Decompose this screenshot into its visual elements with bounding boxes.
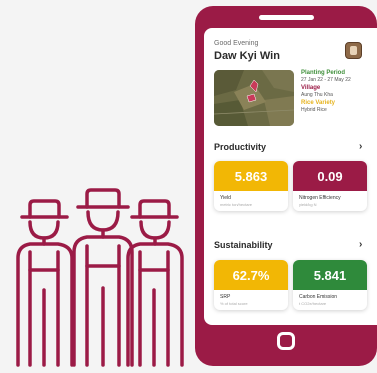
farm-info: Planting Period 27 Jan 22 - 27 May 22 Vi… xyxy=(301,70,375,115)
farmers-illustration xyxy=(16,188,184,367)
productivity-title: Productivity xyxy=(214,142,267,152)
greeting-text: Good Evening xyxy=(214,40,259,47)
yield-card[interactable]: 5.863 Yield metric ton/hectare xyxy=(214,161,288,211)
nitrogen-efficiency-unit: yield/kg N xyxy=(299,202,317,207)
nitrogen-efficiency-value: 0.09 xyxy=(293,161,367,191)
planting-period-value: 27 Jan 22 - 27 May 22 xyxy=(301,77,351,83)
farmer-left xyxy=(16,199,74,367)
sustainability-title: Sustainability xyxy=(214,240,273,250)
village-value: Aung Thu Kha xyxy=(301,92,333,98)
home-button[interactable] xyxy=(277,332,295,350)
app-screen: Good Evening Daw Kyi Win Planting Period… xyxy=(204,28,377,325)
rice-variety-value: Hybrid Rice xyxy=(301,107,327,113)
rice-variety-label: Rice Variety xyxy=(301,100,336,106)
phone-mockup: Good Evening Daw Kyi Win Planting Period… xyxy=(195,6,377,366)
planting-period-label: Planting Period xyxy=(301,70,346,76)
farmer-right xyxy=(126,199,184,367)
yield-value: 5.863 xyxy=(214,161,288,191)
yield-unit: metric ton/hectare xyxy=(220,202,253,207)
carbon-emission-value: 5.841 xyxy=(293,260,367,290)
phone-speaker xyxy=(259,15,314,20)
nitrogen-efficiency-label: Nitrogen Efficiency xyxy=(299,195,341,201)
srp-card[interactable]: 62.7% SRP % of total score xyxy=(214,260,288,310)
srp-label: SRP xyxy=(220,294,231,300)
farm-map[interactable] xyxy=(214,70,294,126)
yield-label: Yield xyxy=(220,195,231,201)
srp-unit: % of total score xyxy=(220,301,248,306)
carbon-emission-card[interactable]: 5.841 Carbon Emission t CO2e/hectare xyxy=(293,260,367,310)
avatar[interactable] xyxy=(345,42,362,59)
carbon-emission-unit: t CO2e/hectare xyxy=(299,301,327,306)
nitrogen-efficiency-card[interactable]: 0.09 Nitrogen Efficiency yield/kg N xyxy=(293,161,367,211)
productivity-chevron-right-icon[interactable]: › xyxy=(359,141,362,152)
village-label: Village xyxy=(301,85,321,91)
srp-value: 62.7% xyxy=(214,260,288,290)
sustainability-chevron-right-icon[interactable]: › xyxy=(359,239,362,250)
carbon-emission-label: Carbon Emission xyxy=(299,294,338,300)
user-name: Daw Kyi Win xyxy=(214,50,280,62)
farmer-center xyxy=(72,188,134,367)
